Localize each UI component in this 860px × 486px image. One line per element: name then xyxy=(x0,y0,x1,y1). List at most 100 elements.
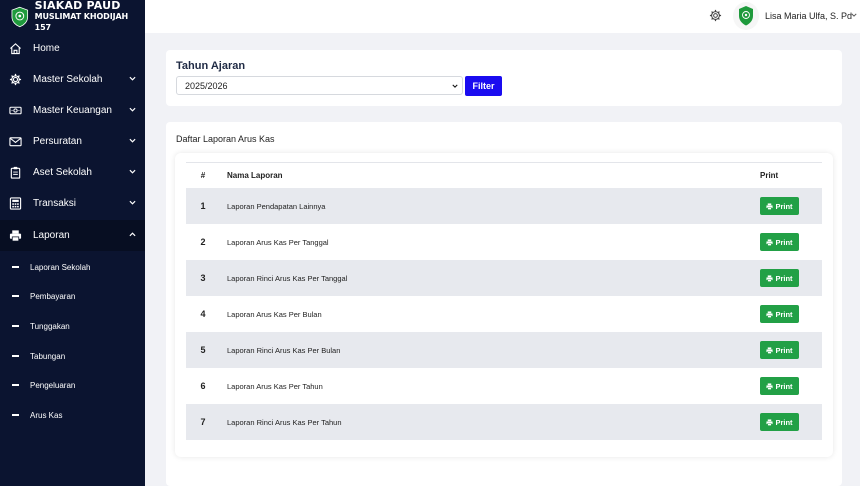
avatar[interactable] xyxy=(733,2,759,30)
print-button[interactable]: Print xyxy=(760,233,799,251)
sidebar-item-home[interactable]: Home xyxy=(0,33,145,64)
table-row: 6 Laporan Arus Kas Per Tahun Print xyxy=(186,368,822,404)
sidebar-subitem-label: Tabungan xyxy=(30,351,66,361)
print-button[interactable]: Print xyxy=(760,269,799,287)
sidebar-subitem-arus-kas[interactable]: Arus Kas xyxy=(0,405,145,425)
print-cell: Print xyxy=(760,197,822,215)
row-name: Laporan Rinci Arus Kas Per Tahun xyxy=(227,417,342,427)
gear-icon xyxy=(9,73,22,86)
calculator-icon xyxy=(9,197,22,210)
sidebar-item-label: Aset Sekolah xyxy=(33,167,92,178)
print-cell: Print xyxy=(760,269,822,287)
table-row: 1 Laporan Pendapatan Lainnya Print xyxy=(186,188,822,224)
username[interactable]: Lisa Maria Ulfa, S. Pd xyxy=(765,11,852,21)
report-list-card: Daftar Laporan Arus Kas # Nama Laporan P… xyxy=(166,122,842,486)
print-button-label: Print xyxy=(775,417,793,427)
print-button[interactable]: Print xyxy=(760,341,799,359)
brand-title-line2: MUSLIMAT KHODIJAH 157 xyxy=(34,12,129,32)
user-logo-icon xyxy=(739,6,753,26)
row-no: 3 xyxy=(200,273,206,283)
brand-title: SIAKAD PAUD MUSLIMAT KHODIJAH 157 xyxy=(35,0,145,33)
sidebar-subitem-laporan-sekolah[interactable]: Laporan Sekolah xyxy=(0,257,145,277)
chevron-down-icon xyxy=(452,84,458,88)
row-no: 7 xyxy=(200,417,206,427)
select-value: 2025/2026 xyxy=(185,80,228,91)
row-no: 6 xyxy=(200,381,206,391)
print-button[interactable]: Print xyxy=(760,305,799,323)
dash-icon xyxy=(12,384,19,386)
report-table-panel: # Nama Laporan Print 1 Laporan Pendapata… xyxy=(175,153,833,457)
sidebar-item-label: Master Sekolah xyxy=(33,74,103,85)
sidebar-item-label: Master Keuangan xyxy=(33,105,112,116)
brand-title-line1: SIAKAD PAUD xyxy=(34,0,121,12)
row-no: 4 xyxy=(200,309,206,319)
report-table: # Nama Laporan Print 1 Laporan Pendapata… xyxy=(186,162,822,440)
school-logo-icon xyxy=(11,6,29,27)
printer-icon xyxy=(766,310,774,318)
sidebar-item-label: Persuratan xyxy=(33,136,82,147)
print-cell: Print xyxy=(760,341,822,359)
row-no: 1 xyxy=(200,201,206,211)
sidebar-item-label: Home xyxy=(33,43,60,54)
table-row: 2 Laporan Arus Kas Per Tanggal Print xyxy=(186,224,822,260)
sidebar-item-laporan[interactable]: Laporan xyxy=(0,220,145,251)
print-button-label: Print xyxy=(775,201,793,211)
print-button[interactable]: Print xyxy=(760,377,799,395)
print-cell: Print xyxy=(760,305,822,323)
chevron-down-icon xyxy=(129,76,136,81)
sidebar-item-label: Transaksi xyxy=(33,198,76,209)
header-print: Print xyxy=(760,171,779,180)
dash-icon xyxy=(12,355,19,357)
chevron-down-icon xyxy=(129,200,136,205)
printer-icon xyxy=(766,346,774,354)
sidebar-item-label: Laporan xyxy=(33,230,70,241)
filter-title: Tahun Ajaran xyxy=(176,60,246,72)
print-button-label: Print xyxy=(775,273,793,283)
sidebar-item-persuratan[interactable]: Persuratan xyxy=(0,126,145,157)
sidebar-subitem-label: Pembayaran xyxy=(30,291,76,301)
table-row: 4 Laporan Arus Kas Per Bulan Print xyxy=(186,296,822,332)
print-button[interactable]: Print xyxy=(760,197,799,215)
sidebar-subitem-label: Tunggakan xyxy=(30,321,70,331)
table-row: 5 Laporan Rinci Arus Kas Per Bulan Print xyxy=(186,332,822,368)
printer-icon xyxy=(766,418,774,426)
printer-icon xyxy=(766,274,774,282)
chevron-down-icon xyxy=(129,107,136,112)
sidebar-subitem-label: Arus Kas xyxy=(30,410,63,420)
row-name: Laporan Rinci Arus Kas Per Bulan xyxy=(227,345,341,355)
sidebar-item-master-keuangan[interactable]: Master Keuangan xyxy=(0,95,145,126)
sidebar-subitem-pembayaran[interactable]: Pembayaran xyxy=(0,286,145,306)
sidebar-subitem-pengeluaran[interactable]: Pengeluaran xyxy=(0,375,145,395)
sidebar: SIAKAD PAUD MUSLIMAT KHODIJAH 157 Home M… xyxy=(0,0,145,486)
sidebar-item-transaksi[interactable]: Transaksi xyxy=(0,188,145,219)
print-button[interactable]: Print xyxy=(760,413,799,431)
table-header: # Nama Laporan Print xyxy=(186,162,822,188)
print-cell: Print xyxy=(760,233,822,251)
filter-button[interactable]: Filter xyxy=(465,76,502,96)
topbar: Lisa Maria Ulfa, S. Pd xyxy=(145,0,860,33)
sidebar-subitem-tabungan[interactable]: Tabungan xyxy=(0,346,145,366)
header-name: Nama Laporan xyxy=(227,171,283,180)
brand[interactable]: SIAKAD PAUD MUSLIMAT KHODIJAH 157 xyxy=(0,0,145,33)
home-icon xyxy=(9,42,22,55)
print-button-label: Print xyxy=(775,237,793,247)
chevron-down-icon xyxy=(129,138,136,143)
row-name: Laporan Arus Kas Per Bulan xyxy=(227,309,322,319)
chevron-down-icon[interactable] xyxy=(851,12,857,18)
sidebar-subitem-tunggakan[interactable]: Tunggakan xyxy=(0,316,145,336)
printer-icon xyxy=(766,238,774,246)
tahun-ajaran-select[interactable]: 2025/2026 xyxy=(176,76,463,95)
print-button-label: Print xyxy=(775,309,793,319)
money-icon xyxy=(9,104,22,117)
printer-icon xyxy=(766,382,774,390)
envelope-icon xyxy=(9,135,22,148)
header-no: # xyxy=(200,171,206,180)
row-name: Laporan Rinci Arus Kas Per Tanggal xyxy=(227,273,348,283)
settings-gear-icon[interactable] xyxy=(709,9,722,22)
print-cell: Print xyxy=(760,413,822,431)
sidebar-item-aset-sekolah[interactable]: Aset Sekolah xyxy=(0,157,145,188)
sidebar-item-master-sekolah[interactable]: Master Sekolah xyxy=(0,64,145,95)
sidebar-subitem-label: Pengeluaran xyxy=(30,380,76,390)
printer-icon xyxy=(766,202,774,210)
filter-card: Tahun Ajaran 2025/2026 Filter xyxy=(166,50,842,106)
